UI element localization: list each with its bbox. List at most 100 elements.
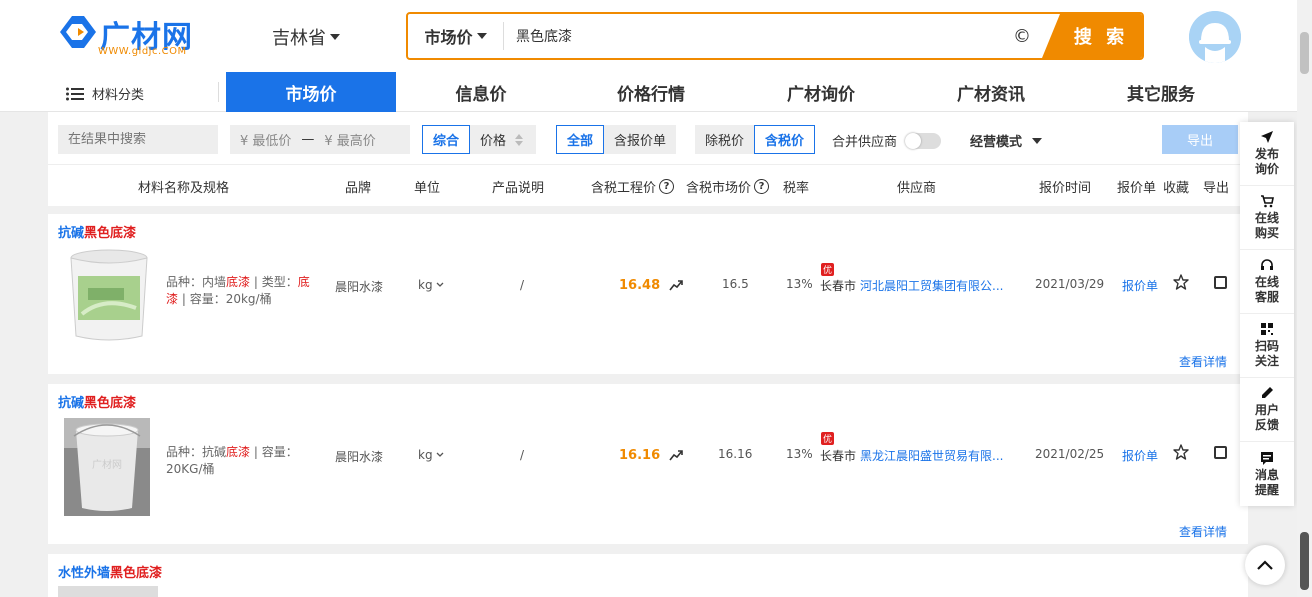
star-icon[interactable] xyxy=(1173,274,1189,290)
scope-with-quote[interactable]: 含报价单 xyxy=(604,125,676,154)
product-image[interactable] xyxy=(64,244,154,344)
export-button[interactable]: 导出 xyxy=(1162,125,1238,154)
preferred-badge: 优 xyxy=(821,263,834,276)
col-eng-price-label: 含税工程价 xyxy=(591,181,657,196)
help-icon[interactable]: ? xyxy=(754,179,770,194)
scope-all[interactable]: 全部 xyxy=(556,125,605,154)
supplier-link[interactable]: 黑龙江晨阳盛世贸易有限... xyxy=(860,447,1003,464)
unit-label: kg xyxy=(418,278,433,292)
category-menu[interactable]: 材料分类 xyxy=(66,84,144,103)
product-card: 水性外墙黑色底漆 xyxy=(48,554,1248,597)
unit-dropdown[interactable]: kg xyxy=(418,278,444,292)
send-icon xyxy=(1261,131,1273,143)
tax-excluded[interactable]: 除税价 xyxy=(695,125,754,154)
quote-date: 2021/02/25 xyxy=(1035,447,1105,461)
quote-link[interactable]: 报价单 xyxy=(1122,277,1158,294)
col-unit: 单位 xyxy=(414,181,441,196)
copyright-icon[interactable]: © xyxy=(1002,26,1042,47)
sort-price-label: 价格 xyxy=(480,134,507,149)
chevron-down-icon xyxy=(330,34,340,40)
nav-item-price-trend[interactable]: 价格行情 xyxy=(566,72,736,112)
nav-item-inquiry[interactable]: 广材询价 xyxy=(736,72,906,112)
unit-label: kg xyxy=(418,448,433,462)
trend-icon[interactable] xyxy=(669,279,683,291)
product-title[interactable]: 抗碱黑色底漆 xyxy=(58,222,136,241)
nav-item-news[interactable]: 广材资讯 xyxy=(906,72,1076,112)
nav-item-market-price[interactable]: 市场价 xyxy=(226,72,396,112)
svg-text:广材网: 广材网 xyxy=(92,458,122,471)
search-bar: 市场价 © 搜 索 xyxy=(406,12,1144,60)
trend-icon[interactable] xyxy=(669,449,683,461)
product-title[interactable]: 水性外墙黑色底漆 xyxy=(58,562,162,581)
float-label: 发布 xyxy=(1254,147,1279,161)
back-to-top-button[interactable] xyxy=(1245,545,1285,585)
float-label: 客服 xyxy=(1254,290,1279,304)
max-price-input[interactable]: ¥ 最高价 xyxy=(324,130,375,149)
merge-supplier-toggle[interactable] xyxy=(905,132,942,149)
sort-comprehensive[interactable]: 综合 xyxy=(422,125,471,154)
result-search-input[interactable] xyxy=(58,132,238,147)
headset-icon xyxy=(1261,259,1273,270)
quote-link[interactable]: 报价单 xyxy=(1122,447,1158,464)
menu-list-icon xyxy=(66,87,84,100)
col-name: 材料名称及规格 xyxy=(138,181,230,196)
col-mkt-price-label: 含税市场价 xyxy=(686,181,752,196)
float-label: 购买 xyxy=(1254,226,1279,240)
product-image[interactable]: 广材网 xyxy=(64,418,150,516)
float-label: 在线 xyxy=(1254,211,1279,225)
col-supplier: 供应商 xyxy=(897,181,937,196)
page-scrollbar[interactable] xyxy=(1297,0,1312,597)
spec-highlight: 底漆 xyxy=(226,445,251,459)
chevron-down-icon xyxy=(476,33,487,39)
search-input[interactable] xyxy=(504,14,1002,58)
preferred-badge: 优 xyxy=(821,432,834,445)
site-logo[interactable]: 广材网 WWW.gldjc.COM xyxy=(58,12,198,60)
message-icon xyxy=(1261,451,1273,465)
export-checkbox[interactable] xyxy=(1214,276,1227,289)
export-checkbox[interactable] xyxy=(1214,446,1227,459)
feedback-button[interactable]: 用户 反馈 xyxy=(1240,378,1294,442)
main-nav: 材料分类 市场价 信息价 价格行情 广材询价 广材资讯 其它服务 xyxy=(0,72,1297,112)
float-label: 询价 xyxy=(1254,162,1279,176)
message-reminder-button[interactable]: 消息 提醒 xyxy=(1240,442,1294,506)
online-service-button[interactable]: 在线 客服 xyxy=(1240,250,1294,314)
spec-part: | 容量： xyxy=(250,445,298,459)
chevron-down-icon xyxy=(436,282,444,287)
scrollbar-thumb-active[interactable] xyxy=(1300,532,1309,590)
nav-item-info-price[interactable]: 信息价 xyxy=(396,72,566,112)
qrcode-icon xyxy=(1261,323,1273,335)
product-title-highlight: 黑色底漆 xyxy=(84,226,137,241)
product-title-prefix: 抗碱 xyxy=(58,396,85,411)
view-details-link[interactable]: 查看详情 xyxy=(1179,353,1227,370)
col-tax: 税率 xyxy=(783,181,810,196)
scrollbar-thumb[interactable] xyxy=(1300,32,1309,74)
scan-follow-button[interactable]: 扫码 关注 xyxy=(1240,314,1294,378)
tax-included[interactable]: 含税价 xyxy=(754,125,816,154)
sort-price[interactable]: 价格 xyxy=(470,125,536,154)
top-header: 广材网 WWW.gldjc.COM 吉林省 市场价 © 搜 索 xyxy=(0,0,1297,72)
col-eng-price: 含税工程价 ? xyxy=(591,177,675,196)
user-avatar[interactable] xyxy=(1189,11,1241,63)
col-brand: 品牌 xyxy=(345,181,372,196)
product-image[interactable] xyxy=(58,586,158,597)
scope-segment: 全部 含报价单 xyxy=(556,125,677,154)
business-mode-dropdown[interactable]: 经营模式 xyxy=(970,131,1043,150)
min-price-input[interactable]: ¥ 最低价 xyxy=(240,130,291,149)
nav-item-other-services[interactable]: 其它服务 xyxy=(1076,72,1246,112)
search-type-dropdown[interactable]: 市场价 xyxy=(408,22,504,50)
unit-dropdown[interactable]: kg xyxy=(418,448,444,462)
tax-rate: 13% xyxy=(786,277,813,291)
star-icon[interactable] xyxy=(1173,444,1189,460)
supplier-link[interactable]: 河北晨阳工贸集团有限公... xyxy=(860,277,1003,294)
help-icon[interactable]: ? xyxy=(659,179,675,194)
publish-inquiry-button[interactable]: 发布 询价 xyxy=(1240,122,1294,186)
online-buy-button[interactable]: 在线 购买 xyxy=(1240,186,1294,250)
float-label: 关注 xyxy=(1254,354,1279,368)
supplier-city: 长春市 xyxy=(820,279,857,293)
province-selector[interactable]: 吉林省 xyxy=(272,24,340,50)
product-title[interactable]: 抗碱黑色底漆 xyxy=(58,392,136,411)
view-details-link[interactable]: 查看详情 xyxy=(1179,523,1227,540)
search-button[interactable]: 搜 索 xyxy=(1042,14,1142,58)
price-range: ¥ 最低价 — ¥ 最高价 xyxy=(230,125,410,154)
product-card: 抗碱黑色底漆 品种：内墙底漆 | 类型：底漆 | 容量：20kg/桶 晨阳水漆 … xyxy=(48,214,1248,374)
